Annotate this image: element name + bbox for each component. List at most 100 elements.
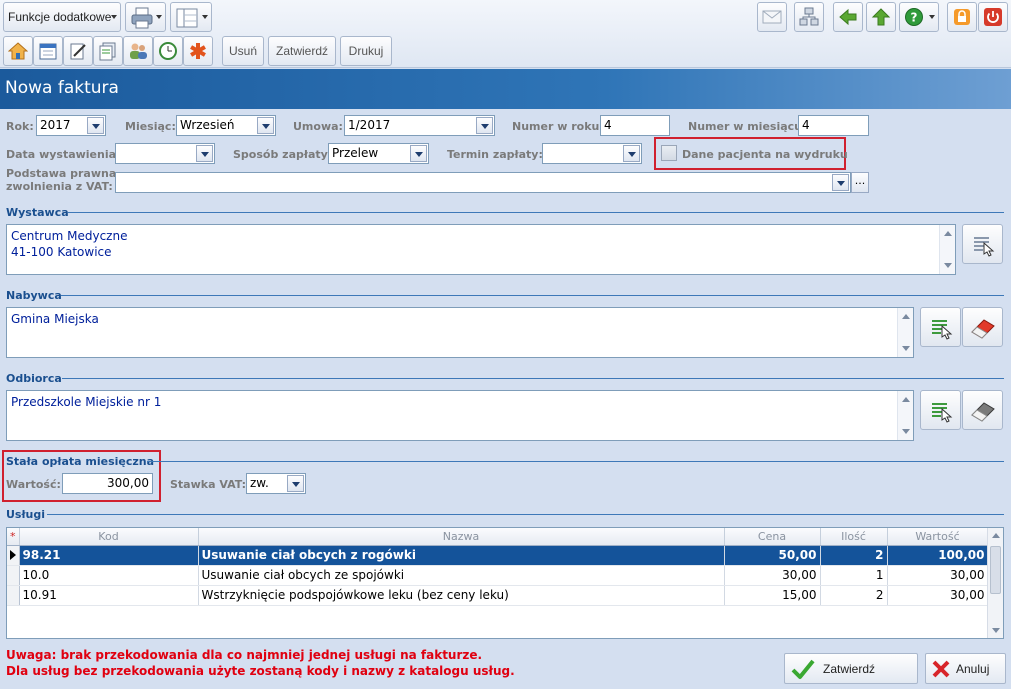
cell-value[interactable]: 30,00 xyxy=(887,565,989,586)
payment-method-select[interactable]: Przelew xyxy=(328,143,429,164)
table-row[interactable]: 10.0 Usuwanie ciał obcych ze spojówki 30… xyxy=(7,565,989,586)
grid-scrollbar[interactable] xyxy=(987,528,1003,638)
patients-button[interactable] xyxy=(123,36,153,66)
clear-buyer-button[interactable] xyxy=(962,307,1003,347)
cell-code[interactable]: 10.0 xyxy=(19,565,199,586)
layout-dropdown[interactable] xyxy=(170,2,212,32)
document-edit-button[interactable] xyxy=(63,36,93,66)
row-indicator xyxy=(7,585,20,606)
documents-button[interactable] xyxy=(93,36,123,66)
scrollbar[interactable] xyxy=(897,391,913,440)
column-header-price[interactable]: Cena xyxy=(724,528,821,546)
cell-price[interactable]: 50,00 xyxy=(724,545,821,566)
monthly-fee-value-input[interactable]: 300,00 xyxy=(62,473,153,494)
scroll-up-icon[interactable] xyxy=(944,231,952,236)
vat-basis-browse-button[interactable]: ... xyxy=(851,172,869,193)
year-number-input[interactable]: 4 xyxy=(600,115,670,136)
cell-value[interactable]: 100,00 xyxy=(887,545,989,566)
cell-name[interactable]: Wstrzyknięcie podspojówkowe leku (bez ce… xyxy=(198,585,725,606)
services-grid[interactable]: * Kod Nazwa Cena Ilość Wartość 98.21 Usu… xyxy=(6,527,1004,639)
column-header-qty[interactable]: Ilość xyxy=(820,528,888,546)
up-button[interactable] xyxy=(866,2,896,32)
cell-price[interactable]: 15,00 xyxy=(724,585,821,606)
month-number-input[interactable]: 4 xyxy=(798,115,869,136)
issuer-line-1: Centrum Medyczne xyxy=(11,229,128,243)
contract-select[interactable]: 1/2017 xyxy=(344,115,495,136)
chevron-down-icon xyxy=(111,15,117,19)
chevron-down-icon[interactable] xyxy=(832,174,849,191)
confirm-button[interactable]: Zatwierdź xyxy=(784,653,918,684)
vat-basis-select[interactable] xyxy=(115,172,851,193)
month-select[interactable]: Wrzesień xyxy=(176,115,276,136)
chevron-down-icon[interactable] xyxy=(410,145,427,162)
cell-qty[interactable]: 2 xyxy=(820,545,888,566)
network-icon xyxy=(799,7,819,26)
chevron-down-icon[interactable] xyxy=(476,117,493,134)
scrollbar[interactable] xyxy=(939,225,955,274)
medical-button[interactable] xyxy=(183,36,213,66)
table-row[interactable]: 98.21 Usuwanie ciał obcych z rogówki 50,… xyxy=(7,545,989,566)
lock-button[interactable] xyxy=(947,2,977,32)
toolbar: Funkcje dodatkowe Usuń Zatwierdź Drukuj … xyxy=(0,0,1011,68)
chevron-down-icon[interactable] xyxy=(257,117,274,134)
cell-name[interactable]: Usuwanie ciał obcych z rogówki xyxy=(198,545,725,566)
approve-toolbar-button[interactable]: Zatwierdź xyxy=(268,36,336,66)
back-button[interactable] xyxy=(833,2,863,32)
scroll-up-icon[interactable] xyxy=(902,314,910,319)
cell-name[interactable]: Usuwanie ciał obcych ze spojówki xyxy=(198,565,725,586)
mail-button[interactable] xyxy=(757,2,787,32)
issuer-memo[interactable]: Centrum Medyczne 41-100 Katowice xyxy=(6,224,956,275)
calendar-button[interactable] xyxy=(33,36,63,66)
buyer-memo[interactable]: Gmina Miejska xyxy=(6,307,914,358)
delete-button[interactable]: Usuń xyxy=(222,36,264,66)
monthly-fee-value-label: Wartość: xyxy=(6,478,61,491)
year-select[interactable]: 2017 xyxy=(36,115,106,136)
scroll-down-icon[interactable] xyxy=(902,346,910,351)
cell-code[interactable]: 10.91 xyxy=(19,585,199,606)
cell-qty[interactable]: 1 xyxy=(820,565,888,586)
row-indicator xyxy=(7,545,20,566)
select-issuer-button[interactable] xyxy=(962,224,1003,264)
column-header-star[interactable]: * xyxy=(7,528,20,546)
column-header-name[interactable]: Nazwa xyxy=(198,528,725,546)
print-button[interactable]: Drukuj xyxy=(340,36,392,66)
arrow-left-icon xyxy=(839,8,857,26)
chevron-down-icon[interactable] xyxy=(623,145,640,162)
chevron-down-icon[interactable] xyxy=(287,475,304,492)
scroll-down-icon[interactable] xyxy=(902,429,910,434)
cell-value[interactable]: 30,00 xyxy=(887,585,989,606)
scroll-up-icon[interactable] xyxy=(992,533,1000,538)
chevron-down-icon[interactable] xyxy=(87,117,104,134)
chevron-down-icon[interactable] xyxy=(196,145,213,162)
column-header-code[interactable]: Kod xyxy=(19,528,199,546)
vat-rate-select[interactable]: zw. xyxy=(246,473,306,494)
scroll-down-icon[interactable] xyxy=(992,628,1000,633)
clear-recipient-button[interactable] xyxy=(962,390,1003,430)
scrollbar[interactable] xyxy=(897,308,913,357)
select-buyer-button[interactable] xyxy=(920,307,961,347)
extra-functions-dropdown[interactable]: Funkcje dodatkowe xyxy=(3,2,121,32)
payment-term-input[interactable] xyxy=(542,143,642,164)
select-recipient-button[interactable] xyxy=(920,390,961,430)
cancel-button[interactable]: Anuluj xyxy=(925,653,1006,684)
home-button[interactable] xyxy=(3,36,33,66)
issue-date-label: Data wystawienia: xyxy=(6,148,121,161)
scrollbar-thumb[interactable] xyxy=(990,546,1001,594)
divider xyxy=(68,212,1004,213)
power-button[interactable] xyxy=(978,2,1008,32)
issue-date-input[interactable] xyxy=(115,143,215,164)
printer-dropdown[interactable] xyxy=(125,2,166,32)
schedule-button[interactable] xyxy=(153,36,183,66)
cell-code[interactable]: 98.21 xyxy=(19,545,199,566)
scroll-up-icon[interactable] xyxy=(902,397,910,402)
table-row[interactable]: 10.91 Wstrzyknięcie podspojówkowe leku (… xyxy=(7,585,989,606)
column-header-value[interactable]: Wartość xyxy=(887,528,989,546)
cell-qty[interactable]: 2 xyxy=(820,585,888,606)
recipient-memo[interactable]: Przedszkole Miejskie nr 1 xyxy=(6,390,914,441)
patient-data-checkbox[interactable] xyxy=(661,145,677,161)
scroll-down-icon[interactable] xyxy=(944,263,952,268)
cell-price[interactable]: 30,00 xyxy=(724,565,821,586)
help-dropdown[interactable]: ? xyxy=(899,2,939,32)
network-button[interactable] xyxy=(794,2,824,32)
help-icon: ? xyxy=(905,8,923,26)
